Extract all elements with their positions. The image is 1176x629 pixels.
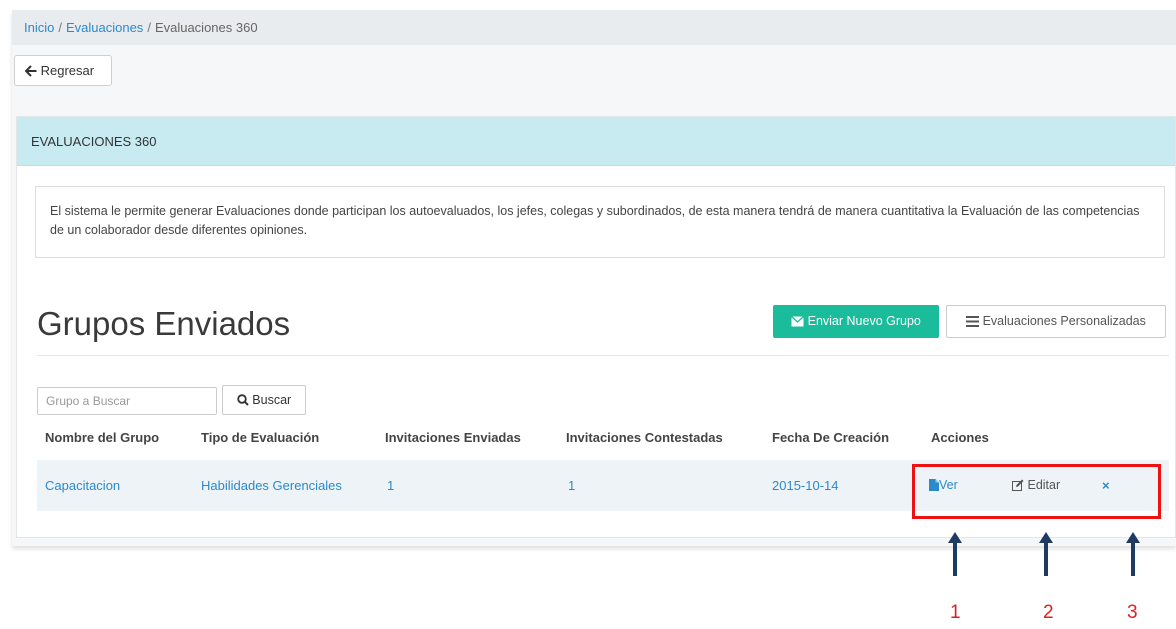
column-header-actions: Acciones (931, 430, 989, 445)
breadcrumb-current: Evaluaciones 360 (154, 20, 258, 35)
breadcrumb-evaluaciones-link[interactable]: Evaluaciones (66, 20, 143, 35)
search-button-label: Buscar (252, 393, 292, 407)
send-new-group-label: Enviar Nuevo Grupo (807, 314, 921, 328)
column-header-answered: Invitaciones Contestadas (566, 430, 723, 445)
back-button[interactable]: Regresar (14, 55, 112, 86)
actions-highlight-box (912, 464, 1161, 519)
creation-date: 2015-10-14 (772, 478, 839, 493)
list-icon (966, 314, 980, 328)
group-search-input[interactable] (37, 387, 217, 415)
breadcrumb: Inicio / Evaluaciones / Evaluaciones 360 (12, 10, 1176, 45)
evaluation-type-link[interactable]: Habilidades Gerenciales (201, 460, 342, 511)
info-text: El sistema le permite generar Evaluacion… (35, 186, 1165, 258)
envelope-icon (791, 314, 805, 328)
callout-label-3: 3 (1127, 602, 1138, 623)
breadcrumb-home-link[interactable]: Inicio (24, 20, 54, 35)
column-header-name: Nombre del Grupo (45, 430, 160, 445)
column-header-type: Tipo de Evaluación (201, 430, 320, 445)
column-header-date: Fecha De Creación (772, 430, 890, 445)
custom-evaluations-label: Evaluaciones Personalizadas (982, 314, 1146, 328)
back-button-label: Regresar (40, 63, 95, 78)
column-header-sent: Invitaciones Enviadas (385, 430, 521, 445)
custom-evaluations-button[interactable]: Evaluaciones Personalizadas (946, 305, 1166, 338)
invitations-sent: 1 (387, 478, 395, 493)
panel-header: EVALUACIONES 360 (17, 117, 1175, 166)
callout-label-1: 1 (950, 602, 961, 623)
send-new-group-button[interactable]: Enviar Nuevo Grupo (773, 305, 939, 338)
breadcrumb-separator: / (147, 20, 151, 35)
arrow-up-icon (948, 532, 962, 576)
search-button[interactable]: Buscar (222, 385, 306, 415)
invitations-answered: 1 (568, 478, 576, 493)
page-title: Grupos Enviados (37, 305, 291, 342)
breadcrumb-separator: / (58, 20, 62, 35)
arrow-up-icon (1126, 532, 1140, 576)
arrow-left-icon (24, 63, 37, 78)
group-name-link[interactable]: Capacitacion (45, 460, 120, 511)
title-divider (37, 355, 1169, 356)
search-icon (237, 393, 249, 407)
arrow-up-icon (1039, 532, 1053, 576)
callout-label-2: 2 (1043, 602, 1054, 623)
